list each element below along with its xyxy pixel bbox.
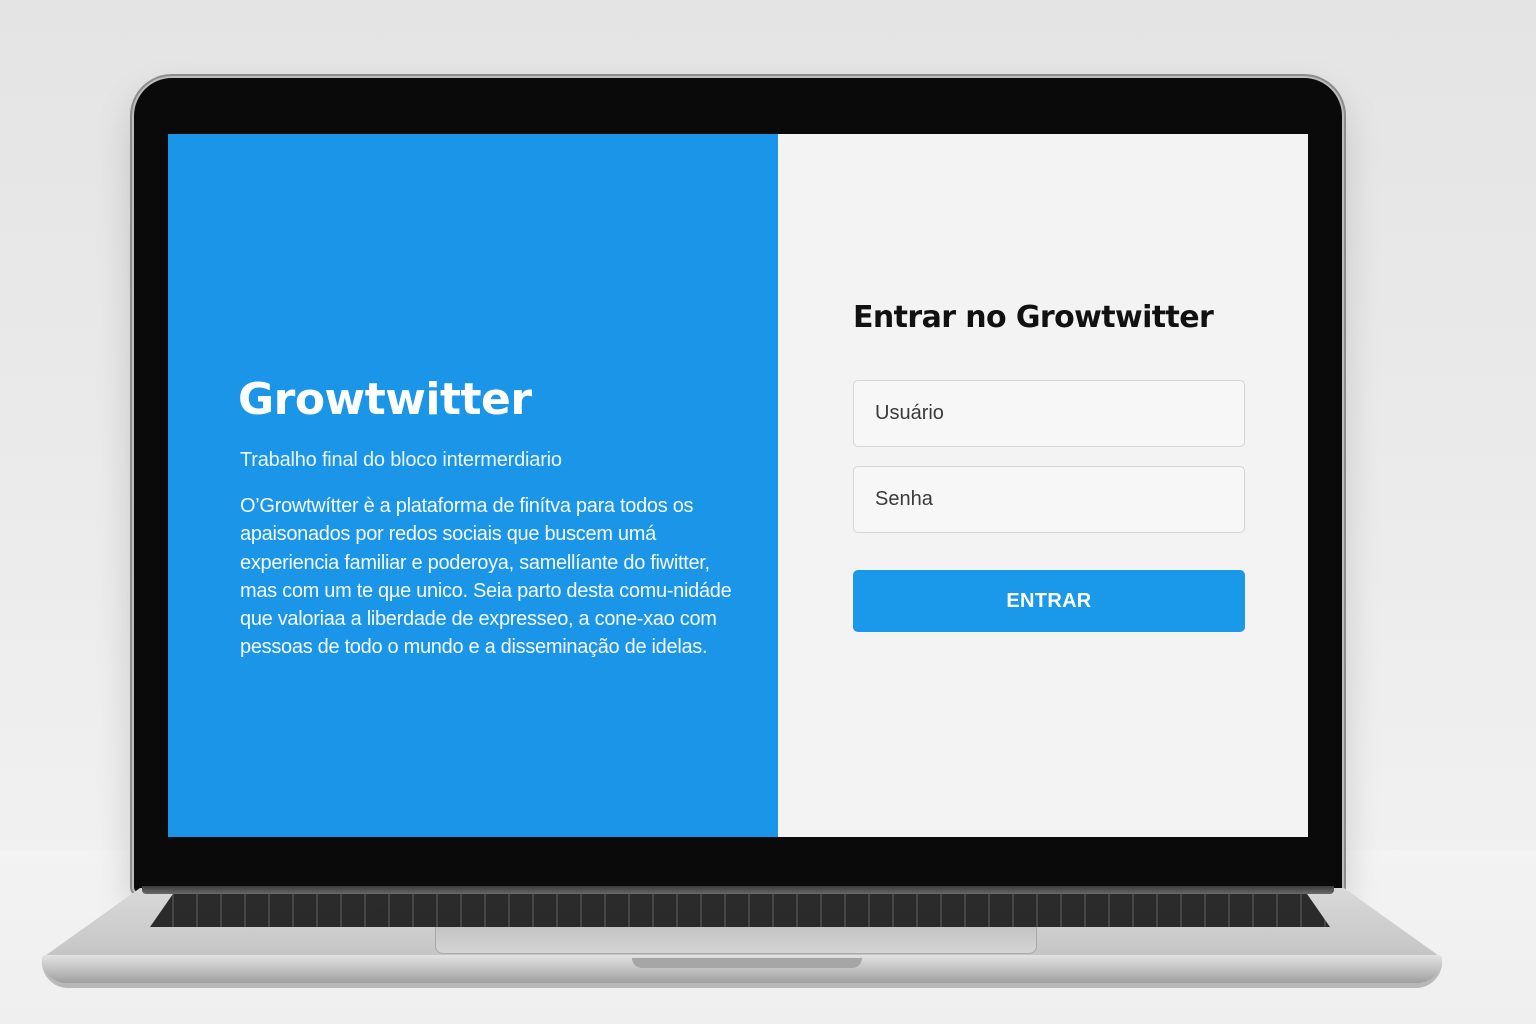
brand-subtitle: Trabalho final do bloco intermerdiario bbox=[240, 449, 562, 471]
brand-description: O’Growtwítter è a plataforma de finítva … bbox=[240, 495, 732, 659]
password-input[interactable] bbox=[853, 466, 1245, 533]
laptop-screen: Growtwitter Trabalho final do bloco inte… bbox=[168, 134, 1308, 837]
brand-title: Growtwitter bbox=[238, 374, 532, 425]
laptop-notch bbox=[632, 958, 862, 968]
username-input[interactable] bbox=[853, 380, 1245, 447]
login-title: Entrar no Growtwitter bbox=[853, 300, 1214, 335]
laptop-trackpad bbox=[435, 927, 1037, 954]
login-panel: Entrar no Growtwitter ENTRAR bbox=[778, 134, 1308, 837]
brand-panel: Growtwitter Trabalho final do bloco inte… bbox=[168, 134, 778, 837]
laptop-hinge bbox=[142, 886, 1334, 894]
laptop-keyboard bbox=[150, 893, 1330, 927]
login-button[interactable]: ENTRAR bbox=[853, 570, 1245, 632]
